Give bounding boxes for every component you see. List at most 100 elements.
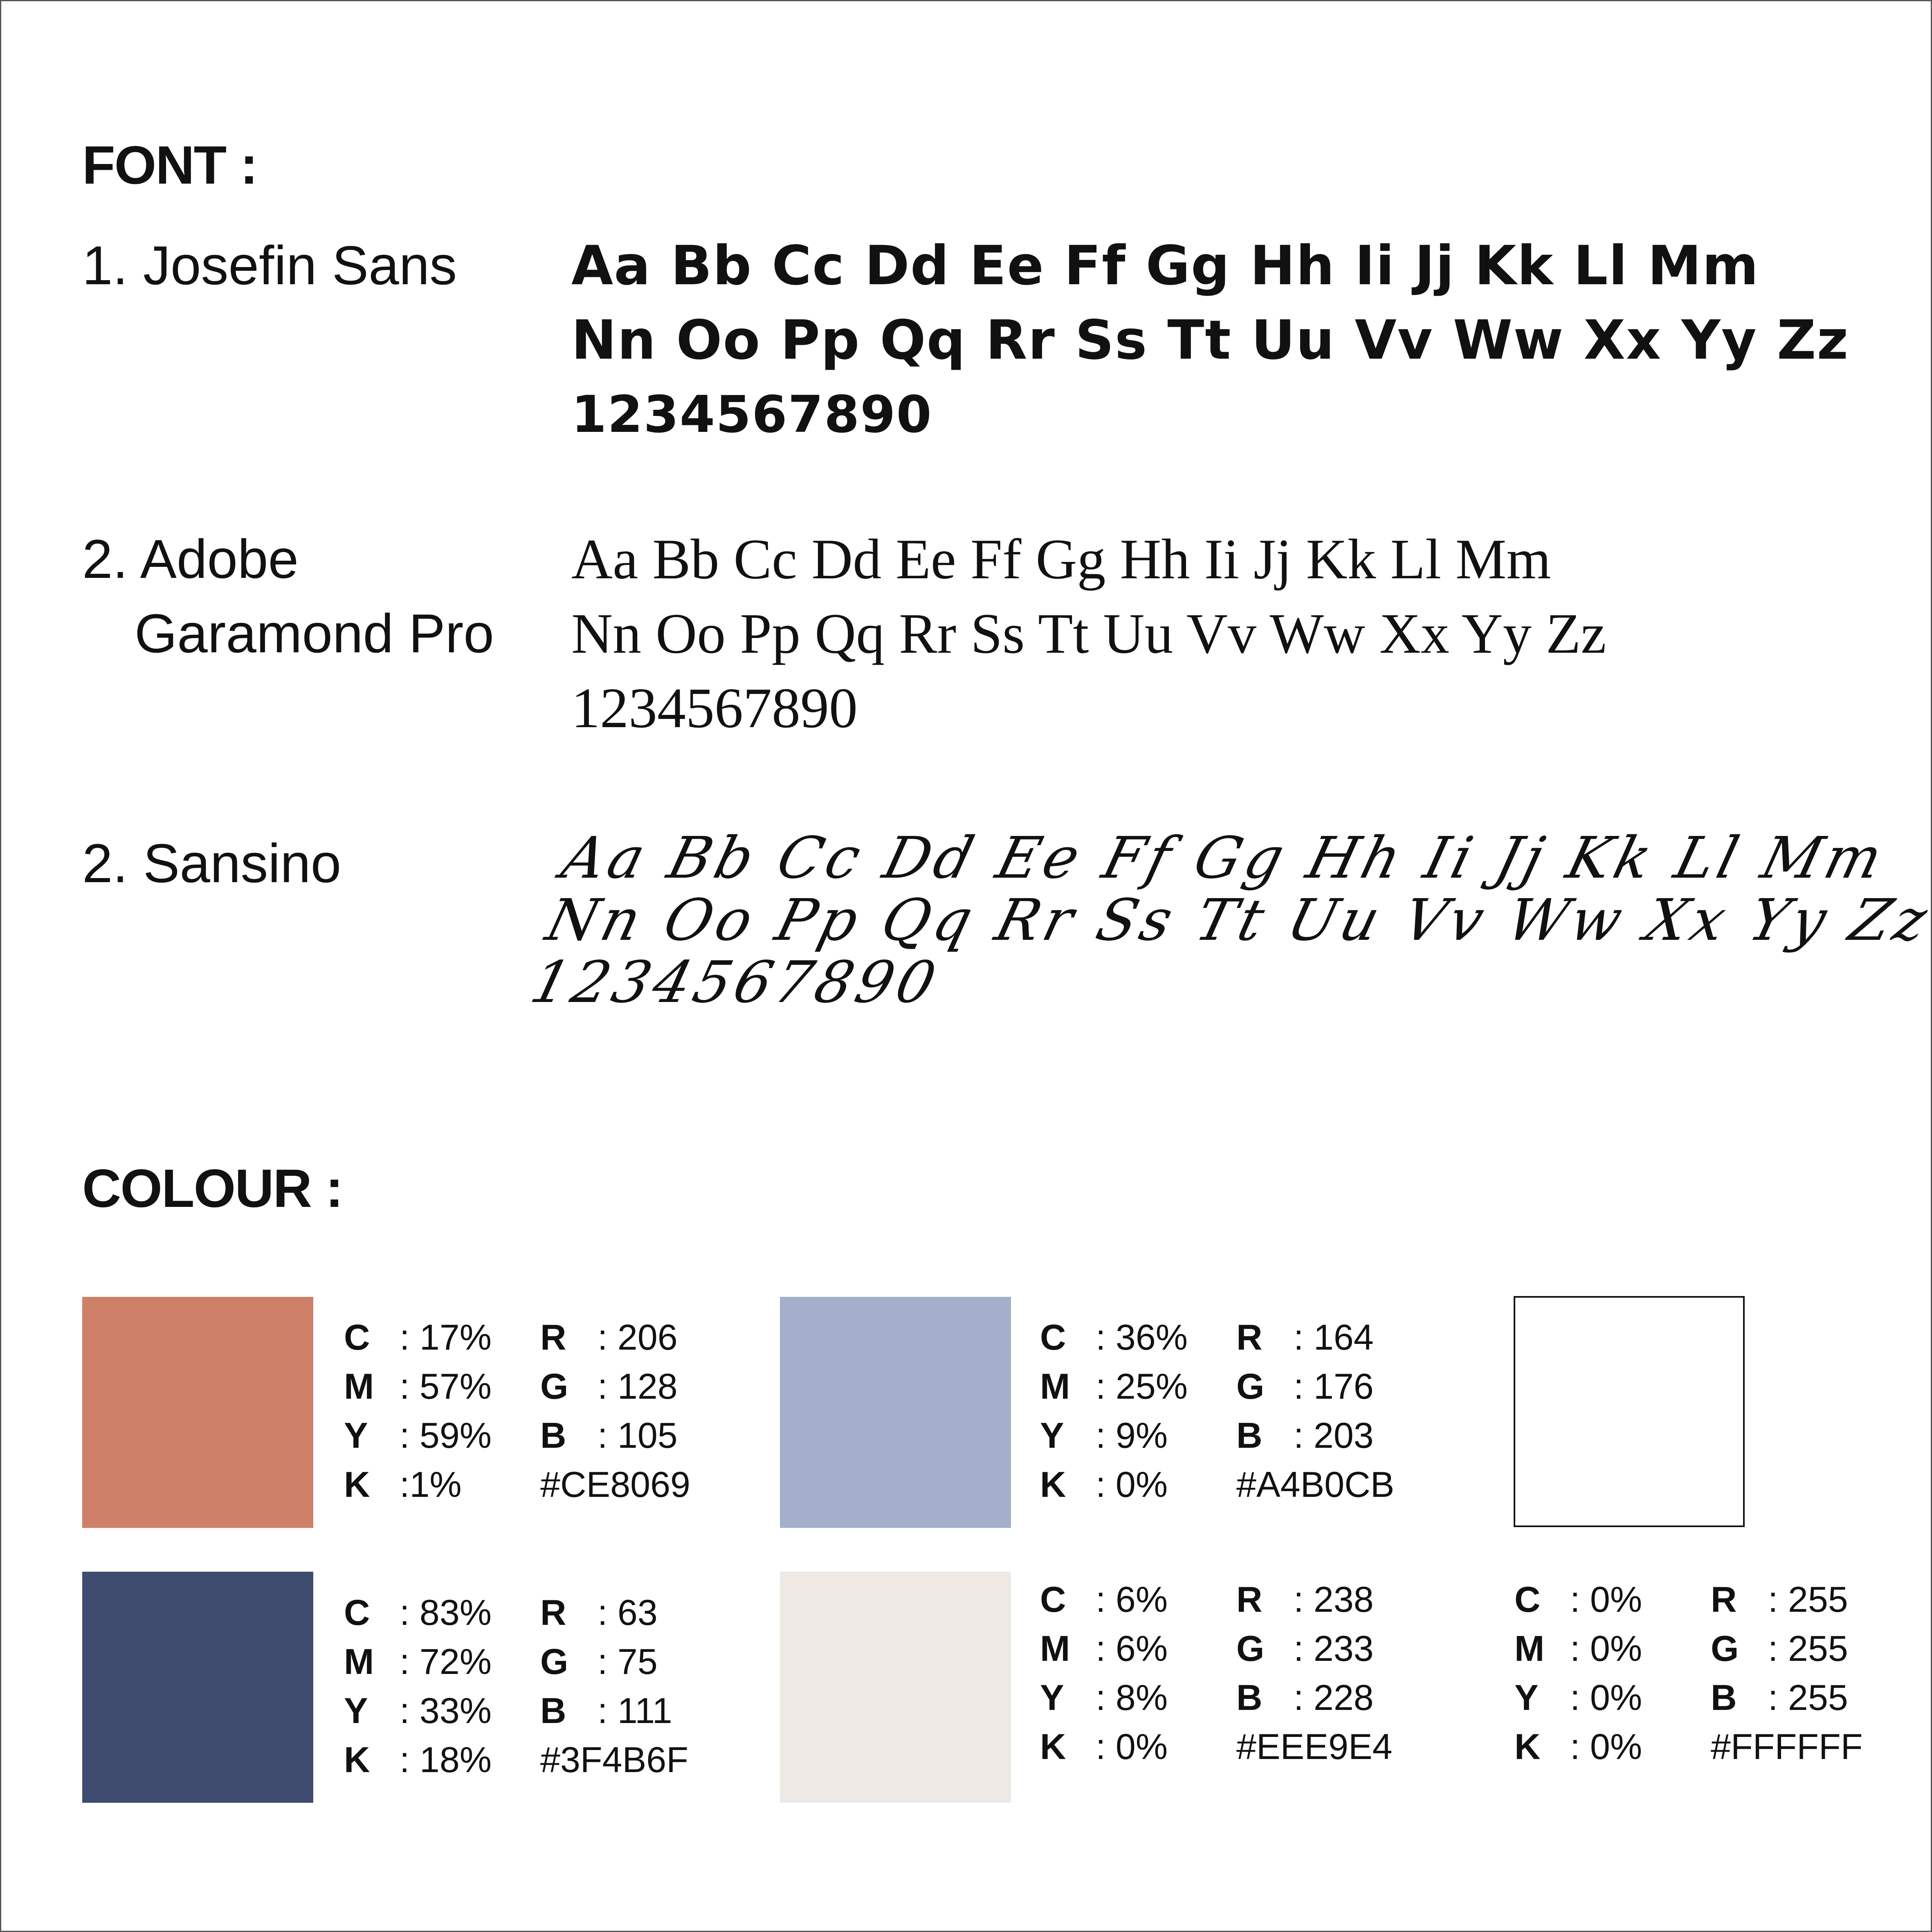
green-label: G	[540, 1366, 568, 1406]
yellow-label: Y	[1040, 1415, 1064, 1456]
magenta-value: : 25%	[1096, 1366, 1188, 1406]
magenta-label: M	[1040, 1366, 1070, 1406]
cyan-label: C	[1040, 1579, 1066, 1620]
magenta-label: M	[344, 1641, 374, 1682]
red-label: R	[540, 1317, 566, 1357]
cyan-label: C	[1040, 1317, 1066, 1357]
font-heading: FONT :	[82, 135, 258, 195]
specimen-row-upper: Aa Bb Cc Dd Ee Ff Gg Hh Ii Jj Kk Ll Mm	[571, 528, 1551, 591]
yellow-value: : 59%	[400, 1415, 492, 1456]
font-label-josefin: 1. Josefin Sans	[82, 229, 457, 303]
magenta-label: M	[1514, 1628, 1545, 1669]
green-label: G	[1236, 1628, 1265, 1669]
green-value: : 176	[1294, 1366, 1374, 1406]
green-value: : 75	[598, 1641, 658, 1682]
green-label: G	[1711, 1628, 1739, 1669]
blue-label: B	[1236, 1677, 1263, 1718]
key-label: K	[1040, 1726, 1066, 1767]
hex-value: #EEE9E4	[1236, 1726, 1393, 1767]
key-label: K	[344, 1739, 370, 1780]
red-value: : 255	[1768, 1579, 1848, 1620]
blue-value: : 105	[598, 1415, 678, 1456]
green-label: G	[540, 1641, 568, 1682]
specimen-row-lower: Nn Oo Pp Qq Rr Ss Tt Uu Vv Ww Xx Yy Zz	[571, 309, 1849, 372]
font-label-line1: 1. Josefin Sans	[82, 235, 457, 296]
yellow-value: : 0%	[1570, 1677, 1642, 1718]
red-value: : 206	[598, 1317, 678, 1357]
specimen-row-numbers: 1234567890	[571, 385, 932, 444]
blue-label: B	[1236, 1415, 1263, 1456]
cyan-value: : 6%	[1096, 1579, 1168, 1620]
cyan-label: C	[344, 1317, 370, 1357]
magenta-value: : 6%	[1096, 1628, 1168, 1669]
cyan-value: : 83%	[400, 1592, 492, 1633]
swatch-cream	[780, 1572, 1011, 1803]
swatch-terracotta	[82, 1297, 313, 1528]
font-label-line2: Garamond Pro	[135, 603, 494, 664]
magenta-label: M	[1040, 1628, 1070, 1669]
red-label: R	[540, 1592, 566, 1633]
swatch-navy	[82, 1572, 313, 1803]
hex-value: #3F4B6F	[540, 1739, 688, 1780]
red-label: R	[1711, 1579, 1737, 1620]
blue-value: : 255	[1768, 1677, 1848, 1718]
yellow-label: Y	[344, 1415, 368, 1456]
magenta-value: : 72%	[400, 1641, 492, 1682]
cyan-label: C	[1514, 1579, 1541, 1620]
page-frame: FONT : 1. Josefin Sans Aa Bb Cc Dd Ee Ff…	[0, 0, 1932, 1932]
key-label: K	[1040, 1464, 1066, 1505]
cyan-value: : 36%	[1096, 1317, 1188, 1357]
hex-value: #FFFFFF	[1711, 1726, 1863, 1767]
magenta-value: : 0%	[1570, 1628, 1642, 1669]
swatch-white	[1514, 1296, 1745, 1527]
green-value: : 128	[598, 1366, 678, 1406]
key-value: : 0%	[1096, 1726, 1168, 1767]
yellow-value: : 33%	[400, 1690, 492, 1731]
key-label: K	[1514, 1726, 1541, 1767]
blue-label: B	[1711, 1677, 1737, 1718]
blue-value: : 111	[598, 1690, 672, 1731]
red-label: R	[1236, 1579, 1263, 1620]
green-value: : 255	[1768, 1628, 1848, 1669]
blue-value: : 203	[1294, 1415, 1374, 1456]
blue-value: : 228	[1294, 1677, 1374, 1718]
green-value: : 233	[1294, 1628, 1374, 1669]
red-value: : 63	[598, 1592, 658, 1633]
swatch-periwinkle	[780, 1297, 1011, 1528]
magenta-value: : 57%	[400, 1366, 492, 1406]
green-label: G	[1236, 1366, 1265, 1406]
cyan-label: C	[344, 1592, 370, 1633]
specimen-row-lower: Nn Oo Pp Qq Rr Ss Tt Uu Vv Ww Xx Yy Zz	[571, 602, 1606, 665]
specimen-josefin-sans: Aa Bb Cc Dd Ee Ff Gg Hh Ii Jj Kk Ll Mm N…	[571, 229, 1849, 452]
specimen-row-lower: Nn Oo Pp Qq Rr Ss Tt Uu Vv Ww Xx Yy Zz	[539, 887, 1932, 954]
font-label-sansino: 2. Sansino	[82, 827, 341, 901]
red-value: : 238	[1294, 1579, 1374, 1620]
key-value: : 18%	[400, 1739, 492, 1780]
specimen-row-upper: Aa Bb Cc Dd Ee Ff Gg Hh Ii Jj Kk Ll Mm	[571, 234, 1759, 297]
yellow-label: Y	[1514, 1677, 1539, 1718]
specimen-row-numbers: 1234567890	[571, 676, 858, 740]
key-value: : 0%	[1570, 1726, 1642, 1767]
blue-label: B	[540, 1415, 566, 1456]
cyan-value: : 0%	[1570, 1579, 1642, 1620]
key-label: K	[344, 1464, 370, 1505]
cyan-value: : 17%	[400, 1317, 492, 1357]
specimen-sansino: Aa Bb Cc Dd Ee Ff Gg Hh Ii Jj Kk Ll Mm N…	[524, 825, 1932, 1016]
yellow-value: : 8%	[1096, 1677, 1168, 1718]
red-value: : 164	[1294, 1317, 1374, 1357]
font-label-line1: 2. Sansino	[82, 833, 341, 894]
key-value: : 0%	[1096, 1464, 1168, 1505]
colour-heading: COLOUR :	[82, 1158, 344, 1218]
red-label: R	[1236, 1317, 1263, 1357]
font-label-garamond: 2. Adobe Garamond Pro	[82, 522, 494, 671]
magenta-label: M	[344, 1366, 374, 1406]
blue-label: B	[540, 1690, 566, 1731]
specimen-row-numbers: 1234567890	[524, 949, 946, 1016]
font-label-line1: 2. Adobe	[82, 529, 299, 590]
hex-value: #CE8069	[540, 1464, 690, 1505]
yellow-label: Y	[1040, 1677, 1064, 1718]
yellow-value: : 9%	[1096, 1415, 1168, 1456]
yellow-label: Y	[344, 1690, 368, 1731]
specimen-row-upper: Aa Bb Cc Dd Ee Ff Gg Hh Ii Jj Kk Ll Mm	[555, 825, 1893, 892]
key-value: :1%	[400, 1464, 462, 1505]
